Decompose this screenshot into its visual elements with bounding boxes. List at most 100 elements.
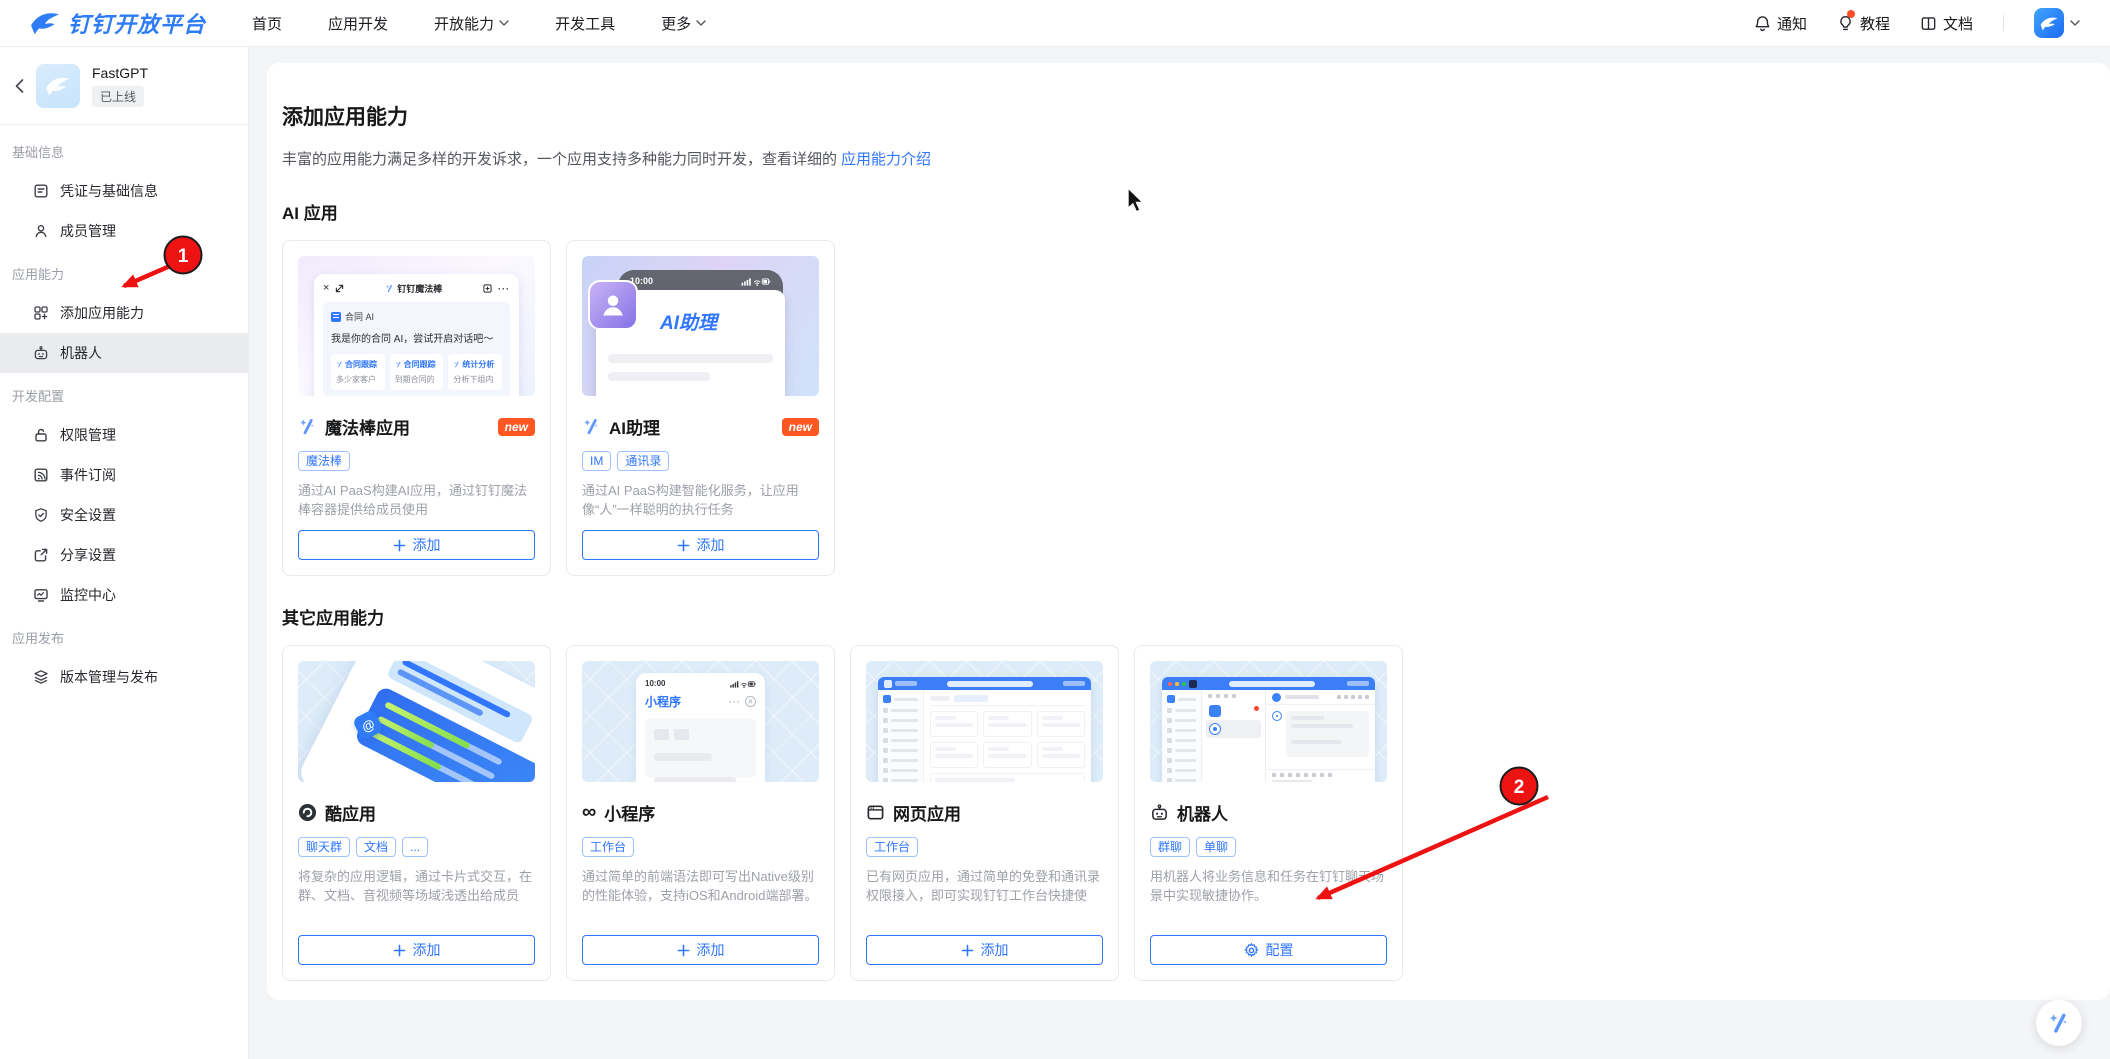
add-button[interactable]: 添加: [582, 935, 819, 965]
sidebar-item-security[interactable]: 安全设置: [0, 495, 248, 535]
user-avatar-menu[interactable]: [2034, 8, 2080, 38]
mock-title-row: 小程序 ··· ×: [645, 693, 756, 710]
robot-avatar: [1272, 711, 1282, 721]
placeholder-bar: [891, 719, 918, 722]
card-thumbnail: ‹: [298, 661, 535, 782]
more-icon: ···: [498, 284, 510, 294]
mock-titlebar: [1162, 677, 1375, 690]
avatar: [1167, 695, 1175, 703]
chat-list-item: [1206, 702, 1261, 720]
card-description: 将复杂的应用逻辑，通过卡片式交互，在群、文档、音视频等场域浅透出给成员快...: [298, 867, 535, 907]
section-heading-other: 其它应用能力: [282, 604, 2086, 629]
sidebar-menu: 基础信息 凭证与基础信息 成员管理 应用能力 添加应用能力 机器人 开发配置 权…: [0, 125, 248, 697]
card-miniapp: 10:00 小程序 ··· ×: [566, 645, 835, 981]
card-thumbnail: [1150, 661, 1387, 782]
sidebar-app-header: FastGPT 已上线: [0, 47, 248, 125]
toolbar-dot: [1358, 695, 1362, 699]
sidebar-item-permissions[interactable]: 权限管理: [0, 415, 248, 455]
mock-window-title: 钉钉魔法棒: [385, 282, 442, 295]
nav-item-app-dev[interactable]: 应用开发: [328, 13, 388, 34]
monitor-icon: [33, 587, 49, 603]
configure-button[interactable]: 配置: [1150, 935, 1387, 965]
docs-button[interactable]: 文档: [1920, 13, 1973, 34]
tag: 聊天群: [298, 837, 350, 857]
gear-icon: [1244, 943, 1259, 958]
sidebar-item-members[interactable]: 成员管理: [0, 211, 248, 251]
toolbar-dot: [1280, 773, 1284, 777]
sidebar-item-robot[interactable]: 机器人: [0, 333, 248, 373]
add-button[interactable]: 添加: [298, 935, 535, 965]
toolbar-dot: [1272, 773, 1276, 777]
capability-intro-link[interactable]: 应用能力介绍: [841, 151, 931, 168]
members-icon: [33, 223, 49, 239]
nav-item-more[interactable]: 更多: [661, 13, 706, 34]
mock-message: 我是你的合同 AI，尝试开启对话吧～: [331, 330, 502, 345]
card-description: 已有网页应用，通过简单的免登和通讯录权限接入，即可实现钉钉工作台快捷使用。: [866, 867, 1103, 907]
mock-messages: [1266, 705, 1375, 769]
add-button[interactable]: 添加: [582, 530, 819, 560]
share-icon: [33, 547, 49, 563]
card-tags: 工作台: [866, 837, 1103, 857]
traffic-light-green: [1182, 682, 1186, 686]
tag: ...: [402, 837, 428, 857]
toolbar-dot: [1312, 773, 1316, 777]
mock-window: × 钉钉魔法棒 ··· 合同 AI: [314, 274, 519, 396]
back-button[interactable]: [8, 75, 30, 97]
plus-icon: [393, 539, 406, 552]
chat-list-item-selected: [1206, 720, 1261, 738]
other-cards-row: ‹: [282, 645, 2086, 981]
sidebar-section-release: 应用发布: [0, 621, 248, 657]
mock-card-grid: [930, 711, 1085, 782]
sidebar-item-add-capability[interactable]: 添加应用能力: [0, 293, 248, 333]
placeholder-block: [654, 729, 669, 740]
floating-magic-wand-button[interactable]: [2036, 1000, 2082, 1046]
sidebar-item-share-settings[interactable]: 分享设置: [0, 535, 248, 575]
mock-sidebar: [1162, 690, 1202, 782]
sidebar-item-credentials[interactable]: 凭证与基础信息: [0, 171, 248, 211]
card-title: 机器人: [1177, 800, 1228, 825]
tutorial-button[interactable]: 教程: [1837, 13, 1890, 34]
sidebar-item-version-release[interactable]: 版本管理与发布: [0, 657, 248, 697]
traffic-light-red: [1168, 682, 1172, 686]
chevron-down-icon: [696, 20, 706, 27]
placeholder-dot: [1167, 718, 1172, 723]
resize-icon: [335, 284, 344, 293]
card-title: AI助理: [609, 414, 660, 439]
sidebar-item-monitor-center[interactable]: 监控中心: [0, 575, 248, 615]
mock-desktop-window: [878, 677, 1091, 782]
app-name: FastGPT: [92, 65, 148, 81]
card-thumbnail: 10:00 AI助理: [582, 256, 819, 396]
placeholder-bar: [891, 739, 918, 742]
add-button[interactable]: 添加: [298, 530, 535, 560]
tag: 工作台: [582, 837, 634, 857]
placeholder-dot: [1167, 778, 1172, 782]
new-badge: new: [498, 418, 535, 436]
magic-wand-icon: [582, 417, 601, 436]
sidebar-item-event-subscription[interactable]: 事件订阅: [0, 455, 248, 495]
card-thumbnail: 10:00 小程序 ··· ×: [582, 661, 819, 782]
app-avatar: [36, 64, 80, 108]
mock-sidebar: [878, 690, 924, 782]
placeholder-bar: [608, 372, 710, 381]
card-cool-app: ‹: [282, 645, 551, 981]
nav-item-dev-tools[interactable]: 开发工具: [555, 13, 615, 34]
add-button[interactable]: 添加: [866, 935, 1103, 965]
nav-item-open-capability[interactable]: 开放能力: [434, 13, 509, 34]
robot-icon: [33, 345, 49, 361]
avatar: [2034, 8, 2064, 38]
sidebar-section-basic-info: 基础信息: [0, 135, 248, 171]
nav-item-home[interactable]: 首页: [252, 13, 282, 34]
dingtalk-wing-icon: [2040, 16, 2058, 31]
notifications-button[interactable]: 通知: [1754, 13, 1807, 34]
page-description: 丰富的应用能力满足多样的开发诉求，一个应用支持多种能力同时开发，查看详细的应用能…: [282, 148, 2086, 169]
placeholder-bar: [895, 681, 917, 686]
mock-phone: 10:00 小程序 ··· ×: [636, 673, 765, 782]
placeholder-bar: [1175, 749, 1196, 752]
magic-wand-icon: [453, 361, 460, 368]
dingtalk-wing-icon: [45, 76, 71, 96]
brand-logo[interactable]: 钉钉开放平台: [30, 7, 206, 39]
suggestion-chip: 合同跟踪 到期合同的: [390, 354, 444, 390]
avatar: [883, 695, 891, 703]
nav-right: 通知 教程 文档: [1754, 8, 2080, 38]
chevron-down-icon: [499, 20, 509, 27]
